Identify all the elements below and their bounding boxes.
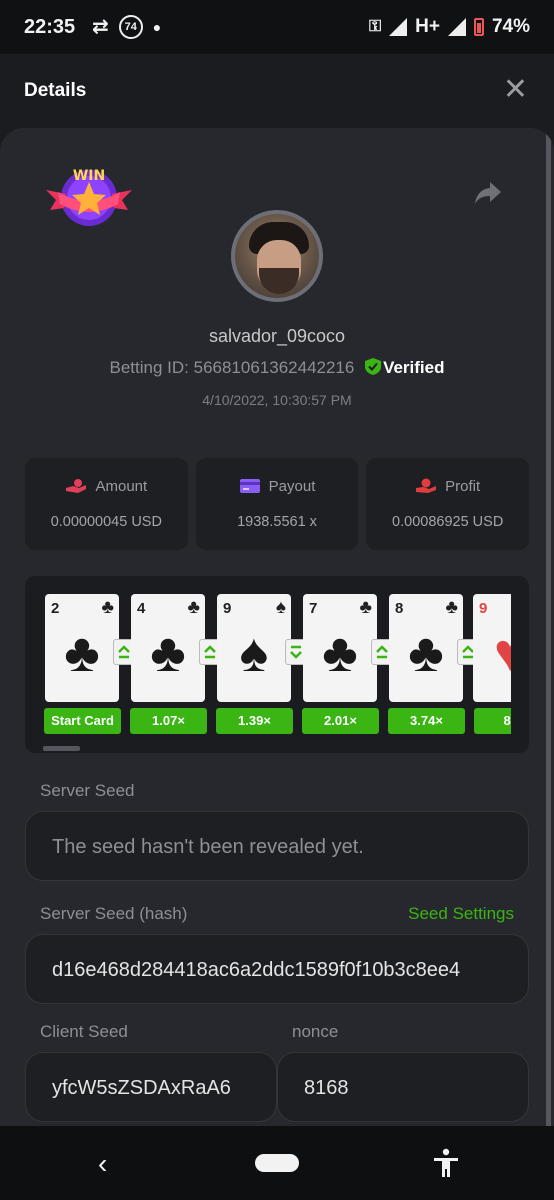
win-badge-icon: WIN bbox=[46, 168, 132, 226]
heart-icon: ♥ bbox=[493, 623, 511, 683]
status-bar: 22:35 ⇄ 74 ● ⚿ H+ 74% bbox=[0, 0, 554, 54]
cell-signal-icon bbox=[447, 18, 466, 36]
vertical-scrollbar[interactable] bbox=[546, 128, 551, 1126]
club-icon: ♣ bbox=[64, 623, 100, 683]
playing-card: 9 ♠ ♠ bbox=[217, 594, 291, 702]
club-icon: ♣ bbox=[150, 623, 186, 683]
stat-payout-value: 1938.5561 x bbox=[237, 514, 317, 530]
client-seed-field[interactable]: yfcW5sZSDAxRaA6 bbox=[25, 1052, 277, 1122]
battery-icon bbox=[473, 18, 484, 36]
hand-money-icon bbox=[416, 478, 437, 493]
multiplier-badge: 8.1 bbox=[474, 708, 511, 734]
stat-profit-value: 0.00086925 USD bbox=[392, 514, 504, 530]
spade-icon: ♠ bbox=[239, 623, 269, 683]
stat-profit: Profit 0.00086925 USD bbox=[366, 458, 530, 550]
playing-card: 9 ♥ ♥ bbox=[473, 594, 511, 702]
win-badge: WIN bbox=[44, 160, 134, 232]
game-cards-panel[interactable]: 2 ♣ ♣ 4 ♣ ♣ 9 ♠ ♠ 7 ♣ ♣ 8 ♣ ♣ 9 ♥ Start … bbox=[25, 576, 529, 753]
close-icon[interactable]: ✕ bbox=[503, 75, 528, 105]
system-nav-bar: ‹ bbox=[0, 1126, 554, 1200]
betting-id-label: Betting ID: bbox=[109, 358, 189, 377]
multiplier-badge: 1.39× bbox=[216, 708, 293, 734]
hand-coin-icon bbox=[66, 479, 87, 493]
battery-percent: 74% bbox=[491, 16, 530, 37]
horizontal-scrollbar[interactable] bbox=[43, 746, 80, 751]
home-pill-button[interactable] bbox=[255, 1154, 299, 1172]
stat-payout-label: Payout bbox=[268, 478, 316, 495]
notification-count-icon: 74 bbox=[118, 14, 143, 39]
username: salvador_09coco bbox=[208, 326, 346, 346]
key-icon: ⚿ bbox=[368, 18, 382, 35]
stat-amount-value: 0.00000045 USD bbox=[50, 514, 162, 530]
details-header: Details ✕ bbox=[0, 54, 554, 128]
stats-row: Amount 0.00000045 USD Payout 1938.5561 x… bbox=[25, 458, 530, 550]
club-icon: ♣ bbox=[408, 623, 444, 683]
win-badge-text: WIN bbox=[73, 168, 105, 184]
betting-id-value: 56681061362442216 bbox=[193, 358, 355, 377]
playing-card: 4 ♣ ♣ bbox=[131, 594, 205, 702]
server-seed-hash-field[interactable]: d16e468d284418ac6a2ddc1589f0f10b3c8ee4 bbox=[25, 934, 529, 1004]
bet-datetime: 4/10/2022, 10:30:57 PM bbox=[202, 392, 352, 408]
stat-payout: Payout 1938.5561 x bbox=[195, 458, 359, 550]
nonce-field[interactable]: 8168 bbox=[277, 1052, 529, 1122]
wifi-signal-icon bbox=[389, 18, 408, 36]
playing-card: 8 ♣ ♣ bbox=[389, 594, 463, 702]
server-seed-label: Server Seed bbox=[40, 781, 135, 800]
details-sheet: WIN salvador_09coco Betting ID: 56681061… bbox=[0, 128, 554, 1126]
multiplier-badge: Start Card bbox=[44, 708, 121, 734]
playing-card: 2 ♣ ♣ bbox=[45, 594, 119, 702]
stat-profit-label: Profit bbox=[445, 478, 481, 495]
playing-card: 7 ♣ ♣ bbox=[303, 594, 377, 702]
server-seed-hash-label: Server Seed (hash) bbox=[40, 904, 188, 923]
multiplier-badge: 1.07× bbox=[130, 708, 207, 734]
card-icon bbox=[239, 479, 260, 493]
status-left-icons: ⇄ 74 ● bbox=[92, 14, 161, 39]
accessibility-icon[interactable] bbox=[432, 1148, 460, 1178]
avatar bbox=[231, 210, 323, 302]
verified-shield-icon bbox=[365, 358, 382, 375]
cards-strip[interactable]: 2 ♣ ♣ 4 ♣ ♣ 9 ♠ ♠ 7 ♣ ♣ 8 ♣ ♣ 9 ♥ Start … bbox=[41, 594, 511, 736]
page-title: Details bbox=[24, 80, 87, 101]
server-seed-field[interactable]: The seed hasn't been revealed yet. bbox=[25, 811, 529, 881]
nonce-label: nonce bbox=[292, 1022, 339, 1041]
multiplier-badge: 3.74× bbox=[388, 708, 465, 734]
status-time: 22:35 bbox=[24, 16, 76, 38]
verified-label: Verified bbox=[383, 358, 445, 377]
client-seed-label: Client Seed bbox=[40, 1022, 128, 1041]
seed-settings-link[interactable]: Seed Settings bbox=[408, 904, 514, 924]
multiplier-badge: 2.01× bbox=[302, 708, 379, 734]
dot-icon: ● bbox=[152, 18, 162, 35]
transfer-icon: ⇄ bbox=[92, 16, 109, 38]
back-icon[interactable]: ‹ bbox=[98, 1148, 107, 1180]
network-type: H+ bbox=[415, 16, 440, 37]
share-icon[interactable] bbox=[474, 180, 502, 206]
betting-id-row: Betting ID: 56681061362442216 Verified bbox=[0, 358, 554, 378]
stat-amount: Amount 0.00000045 USD bbox=[25, 458, 188, 550]
status-right-icons: ⚿ H+ 74% bbox=[369, 16, 530, 38]
stat-amount-label: Amount bbox=[95, 478, 148, 495]
club-icon: ♣ bbox=[322, 623, 358, 683]
